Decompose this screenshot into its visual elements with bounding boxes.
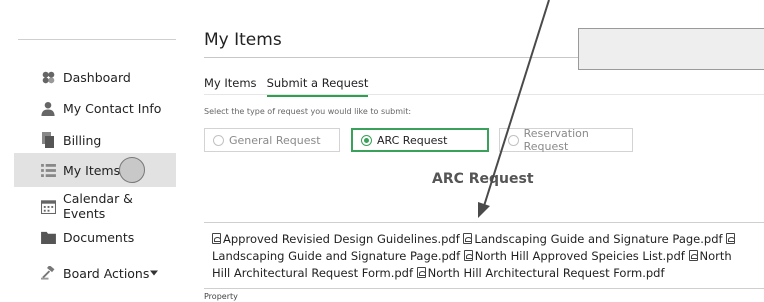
annotation-arrow bbox=[478, 0, 550, 218]
